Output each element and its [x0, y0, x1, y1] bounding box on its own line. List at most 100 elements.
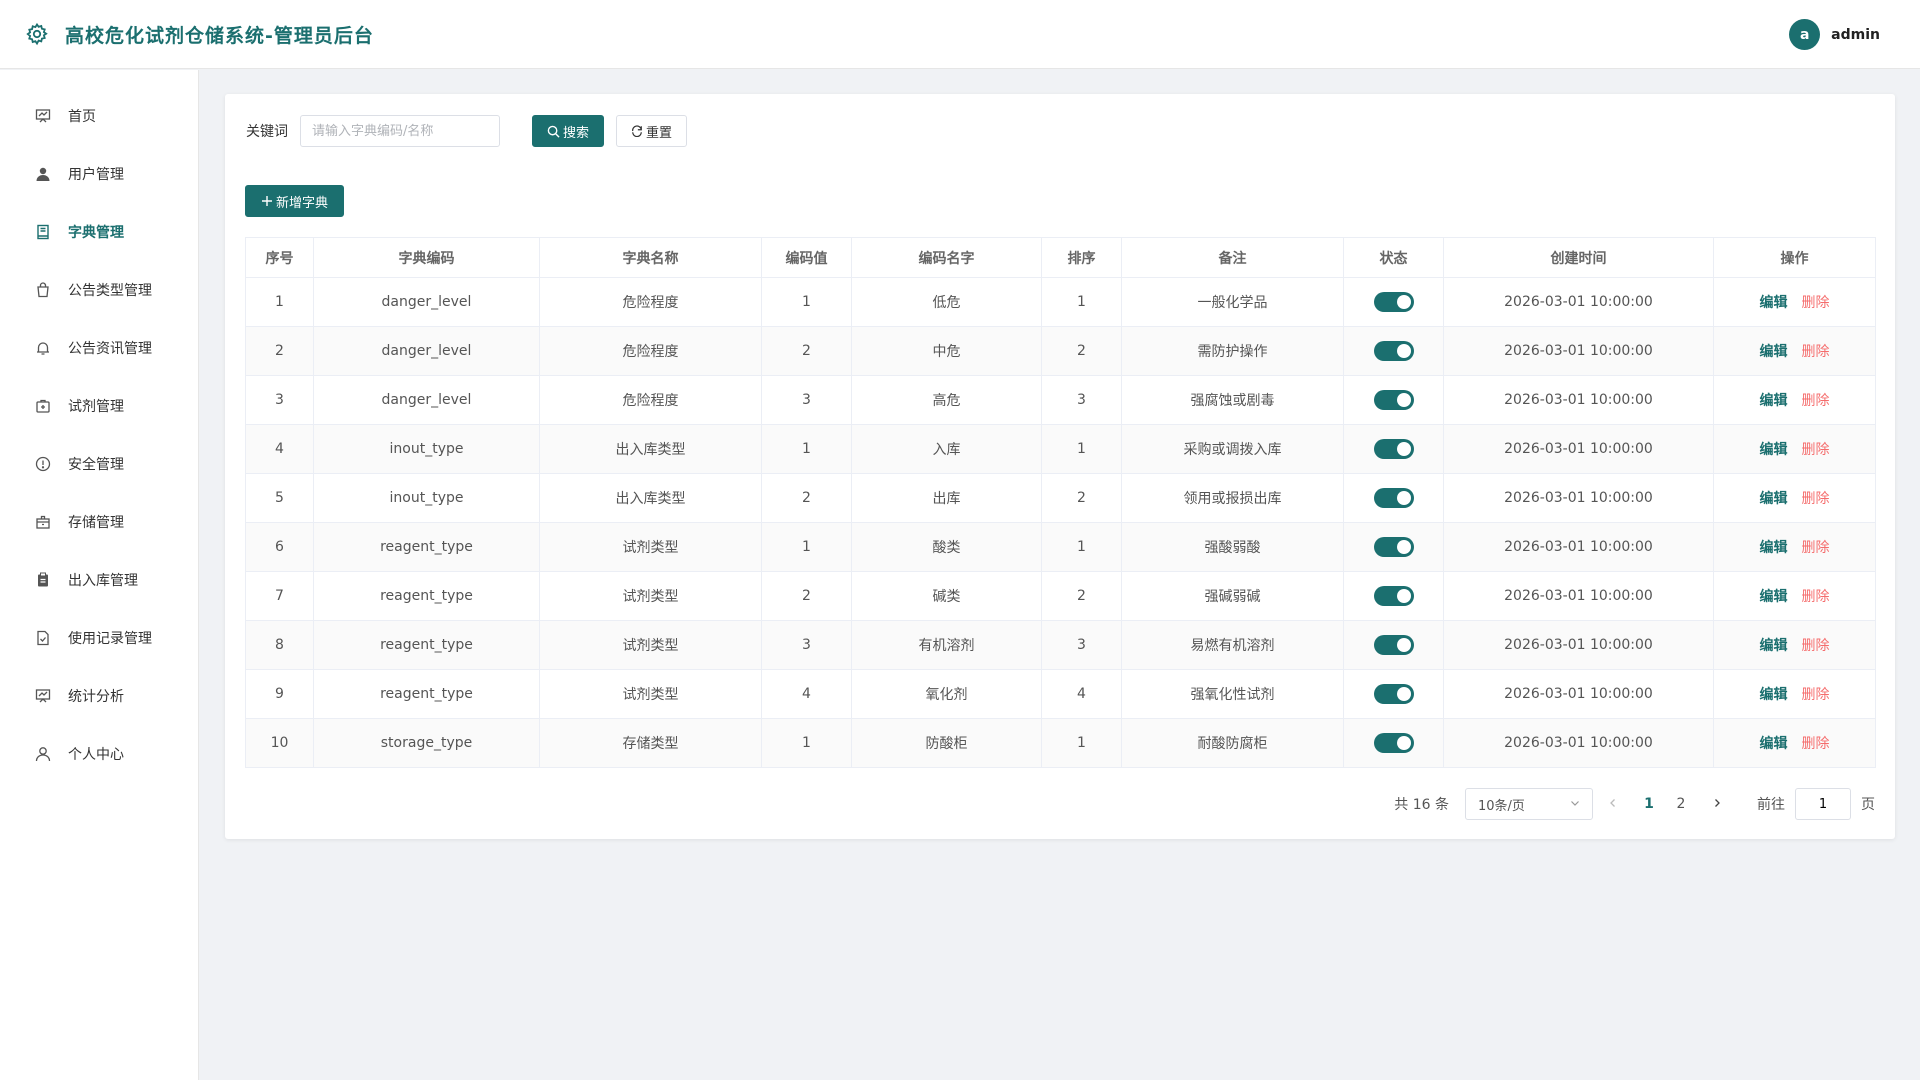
column-header: 编码值 [761, 237, 852, 278]
cell-sort: 2 [1041, 326, 1122, 376]
cell-code: storage_type [313, 718, 540, 768]
cell-value: 3 [761, 620, 852, 670]
keyword-input[interactable] [300, 115, 500, 147]
total-count: 共 16 条 [1394, 797, 1449, 813]
sidebar-item-users[interactable]: 用户管理 [0, 145, 198, 203]
page-number-2[interactable]: 2 [1665, 796, 1697, 812]
edit-link[interactable]: 编辑 [1760, 442, 1788, 458]
status-toggle[interactable] [1373, 635, 1414, 655]
status-toggle[interactable] [1373, 341, 1414, 361]
status-toggle[interactable] [1373, 390, 1414, 410]
cell-status [1343, 375, 1444, 425]
goto-page-input[interactable] [1795, 788, 1851, 820]
status-toggle[interactable] [1373, 488, 1414, 508]
status-toggle[interactable] [1373, 733, 1414, 753]
edit-link[interactable]: 编辑 [1760, 344, 1788, 360]
delete-link[interactable]: 删除 [1802, 442, 1830, 458]
sidebar-item-storage[interactable]: 存储管理 [0, 493, 198, 551]
column-header: 序号 [245, 237, 314, 278]
sidebar-item-notice-type[interactable]: 公告类型管理 [0, 261, 198, 319]
edit-link[interactable]: 编辑 [1760, 491, 1788, 507]
delete-link[interactable]: 删除 [1802, 589, 1830, 605]
edit-link[interactable]: 编辑 [1760, 589, 1788, 605]
delete-link[interactable]: 删除 [1802, 295, 1830, 311]
sidebar-item-safety[interactable]: 安全管理 [0, 435, 198, 493]
table-row: 9 reagent_type 试剂类型 4 氧化剂 4 强氧化性试剂 2026-03-01 1… [245, 669, 1876, 719]
status-toggle[interactable] [1373, 537, 1414, 557]
edit-link[interactable]: 编辑 [1760, 393, 1788, 409]
cell-value: 1 [761, 424, 852, 474]
edit-link[interactable]: 编辑 [1760, 687, 1788, 703]
column-header: 排序 [1041, 237, 1122, 278]
delete-link[interactable]: 删除 [1802, 638, 1830, 654]
prev-page-button[interactable] [1601, 796, 1625, 812]
sidebar: 首页 用户管理 字典管理 公告类型管理 公告资讯管理 试剂管理 安全管理 存储管… [0, 70, 199, 1080]
cell-sort: 1 [1041, 522, 1122, 572]
cell-status [1343, 718, 1444, 768]
add-dictionary-label: 新增字典 [276, 195, 329, 211]
sidebar-item-usage-record[interactable]: 使用记录管理 [0, 609, 198, 667]
next-page-button[interactable] [1705, 796, 1729, 812]
cell-code: danger_level [313, 326, 540, 376]
cell-actions: 编辑 删除 [1713, 277, 1876, 327]
cell-created: 2026-03-01 10:00:00 [1443, 326, 1714, 376]
user-menu[interactable]: a admin [1789, 19, 1880, 50]
delete-link[interactable]: 删除 [1802, 393, 1830, 409]
cell-name: 试剂类型 [539, 620, 762, 670]
cell-actions: 编辑 删除 [1713, 620, 1876, 670]
delete-link[interactable]: 删除 [1802, 344, 1830, 360]
cell-code: danger_level [313, 277, 540, 327]
avatar[interactable]: a [1789, 19, 1821, 50]
edit-link[interactable]: 编辑 [1760, 540, 1788, 556]
reset-button[interactable]: 重置 [616, 115, 688, 147]
page-size-select[interactable]: 10条/页 [1465, 788, 1593, 820]
chevron-left-icon [1610, 799, 1615, 807]
sidebar-item-dictionary[interactable]: 字典管理 [0, 203, 198, 261]
cell-value: 2 [761, 473, 852, 523]
table-row: 6 reagent_type 试剂类型 1 酸类 1 强酸弱酸 2026-03-01 10:0… [245, 522, 1876, 572]
status-toggle[interactable] [1373, 684, 1414, 704]
cell-actions: 编辑 删除 [1713, 473, 1876, 523]
cell-status [1343, 571, 1444, 621]
sidebar-item-notice-news[interactable]: 公告资讯管理 [0, 319, 198, 377]
cell-value-name: 碱类 [851, 571, 1042, 621]
delete-link[interactable]: 删除 [1802, 687, 1830, 703]
gear-icon [25, 21, 51, 47]
username[interactable]: admin [1831, 27, 1880, 43]
edit-link[interactable]: 编辑 [1760, 736, 1788, 752]
edit-link[interactable]: 编辑 [1760, 638, 1788, 654]
cell-value: 4 [761, 669, 852, 719]
table-row: 3 danger_level 危险程度 3 高危 3 强腐蚀或剧毒 2026-03-01 10… [245, 375, 1876, 425]
cell-sort: 1 [1041, 277, 1122, 327]
status-toggle[interactable] [1373, 439, 1414, 459]
search-button[interactable]: 搜索 [532, 115, 605, 147]
keyword-label: 关键词 [246, 124, 288, 140]
cell-value-name: 中危 [851, 326, 1042, 376]
status-toggle[interactable] [1373, 292, 1414, 312]
sidebar-item-reagent[interactable]: 试剂管理 [0, 377, 198, 435]
sidebar-item-home[interactable]: 首页 [0, 87, 198, 145]
add-dictionary-button[interactable]: 新增字典 [245, 185, 345, 217]
column-header: 字典编码 [313, 237, 540, 278]
cell-remark: 需防护操作 [1121, 326, 1344, 376]
sidebar-item-statistics[interactable]: 统计分析 [0, 667, 198, 725]
document-check-icon [34, 629, 52, 647]
sidebar-item-inout[interactable]: 出入库管理 [0, 551, 198, 609]
cell-remark: 领用或报损出库 [1121, 473, 1344, 523]
cell-idx: 8 [245, 620, 314, 670]
page-number-1[interactable]: 1 [1633, 796, 1665, 812]
sidebar-item-profile[interactable]: 个人中心 [0, 725, 198, 783]
cell-created: 2026-03-01 10:00:00 [1443, 669, 1714, 719]
edit-link[interactable]: 编辑 [1760, 295, 1788, 311]
delete-link[interactable]: 删除 [1802, 491, 1830, 507]
table-row: 7 reagent_type 试剂类型 2 碱类 2 强碱弱碱 2026-03-01 10:0… [245, 571, 1876, 621]
delete-link[interactable]: 删除 [1802, 540, 1830, 556]
table-row: 10 storage_type 存储类型 1 防酸柜 1 耐酸防腐柜 2026-03-01 1… [245, 718, 1876, 768]
dashboard-icon [34, 107, 52, 125]
delete-link[interactable]: 删除 [1802, 736, 1830, 752]
person-icon [34, 745, 52, 763]
cell-remark: 一般化学品 [1121, 277, 1344, 327]
cell-idx: 3 [245, 375, 314, 425]
status-toggle[interactable] [1373, 586, 1414, 606]
column-header: 备注 [1121, 237, 1344, 278]
